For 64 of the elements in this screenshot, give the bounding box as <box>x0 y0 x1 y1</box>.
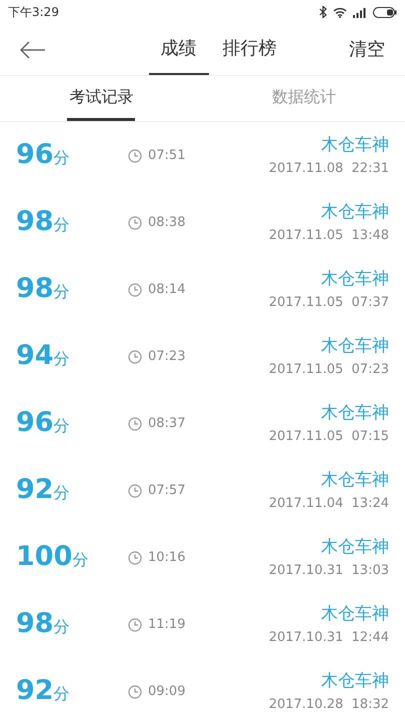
user-name: 木仓车神 <box>321 201 389 224</box>
bluetooth-icon <box>319 6 327 18</box>
score-value: 96 <box>16 138 54 172</box>
sub-tab[interactable]: 考试记录 <box>67 76 136 121</box>
score-unit: 分 <box>72 549 88 572</box>
back-arrow-icon <box>20 40 46 58</box>
clock-icon <box>128 282 142 296</box>
user-name: 木仓车神 <box>321 603 389 626</box>
record-date: 2017.11.08 22:31 <box>268 160 389 178</box>
clock-icon <box>128 148 142 162</box>
user-name: 木仓车神 <box>321 402 389 425</box>
score-unit: 分 <box>54 616 70 638</box>
record-date: 2017.10.31 13:03 <box>268 562 389 580</box>
score-value: 98 <box>16 205 54 240</box>
score-value: 92 <box>16 473 54 508</box>
score-unit: 分 <box>54 348 70 370</box>
signal-icon <box>353 6 367 18</box>
duration-text: 09:09 <box>148 682 186 701</box>
user-name: 木仓车神 <box>321 670 389 693</box>
duration-text: 08:38 <box>148 214 186 232</box>
score-unit: 分 <box>54 281 70 304</box>
score-unit: 分 <box>54 147 70 170</box>
record-date: 2017.11.05 07:15 <box>268 428 389 446</box>
user-name: 木仓车神 <box>321 134 389 157</box>
clock-icon <box>128 684 142 698</box>
user-name: 木仓车神 <box>321 469 389 492</box>
record-date: 2017.11.05 07:37 <box>268 294 389 312</box>
record-date: 2017.11.05 13:48 <box>268 226 389 244</box>
clock-icon <box>128 618 142 632</box>
duration-text: 07:51 <box>148 146 186 165</box>
clock-icon <box>128 216 142 230</box>
score-value: 94 <box>16 339 54 374</box>
duration-text: 10:16 <box>148 548 186 567</box>
score-value: 100 <box>16 540 72 574</box>
clock-icon <box>128 550 142 564</box>
score-unit: 分 <box>54 415 70 438</box>
user-name: 木仓车神 <box>321 268 389 291</box>
clock-icon <box>128 484 142 498</box>
record-date: 2017.10.28 18:32 <box>268 696 389 714</box>
score-value: 98 <box>16 272 54 306</box>
status-time: 下午3:29 <box>8 4 59 21</box>
record-date: 2017.11.05 07:23 <box>268 360 389 378</box>
duration-text: 08:14 <box>148 280 186 299</box>
score-value: 92 <box>16 674 54 708</box>
duration-text: 11:19 <box>148 616 186 634</box>
score-unit: 分 <box>54 683 70 706</box>
user-name: 木仓车神 <box>321 536 389 559</box>
score-value: 98 <box>16 607 54 642</box>
wifi-icon <box>333 6 347 18</box>
record-date: 2017.11.04 13:24 <box>268 494 389 512</box>
header-tab[interactable]: 成绩 <box>148 24 208 75</box>
duration-text: 07:23 <box>148 348 186 366</box>
score-unit: 分 <box>54 214 70 236</box>
battery-icon <box>373 6 397 18</box>
header-tab[interactable]: 排行榜 <box>210 24 288 75</box>
clock-icon <box>128 350 142 364</box>
clock-icon <box>128 416 142 430</box>
score-unit: 分 <box>54 482 70 504</box>
clear-button[interactable]: 清空 <box>349 36 385 63</box>
duration-text: 07:57 <box>148 482 186 500</box>
score-value: 96 <box>16 406 54 440</box>
duration-text: 08:37 <box>148 414 186 433</box>
record-date: 2017.10.31 12:44 <box>268 628 389 646</box>
user-name: 木仓车神 <box>321 335 389 358</box>
